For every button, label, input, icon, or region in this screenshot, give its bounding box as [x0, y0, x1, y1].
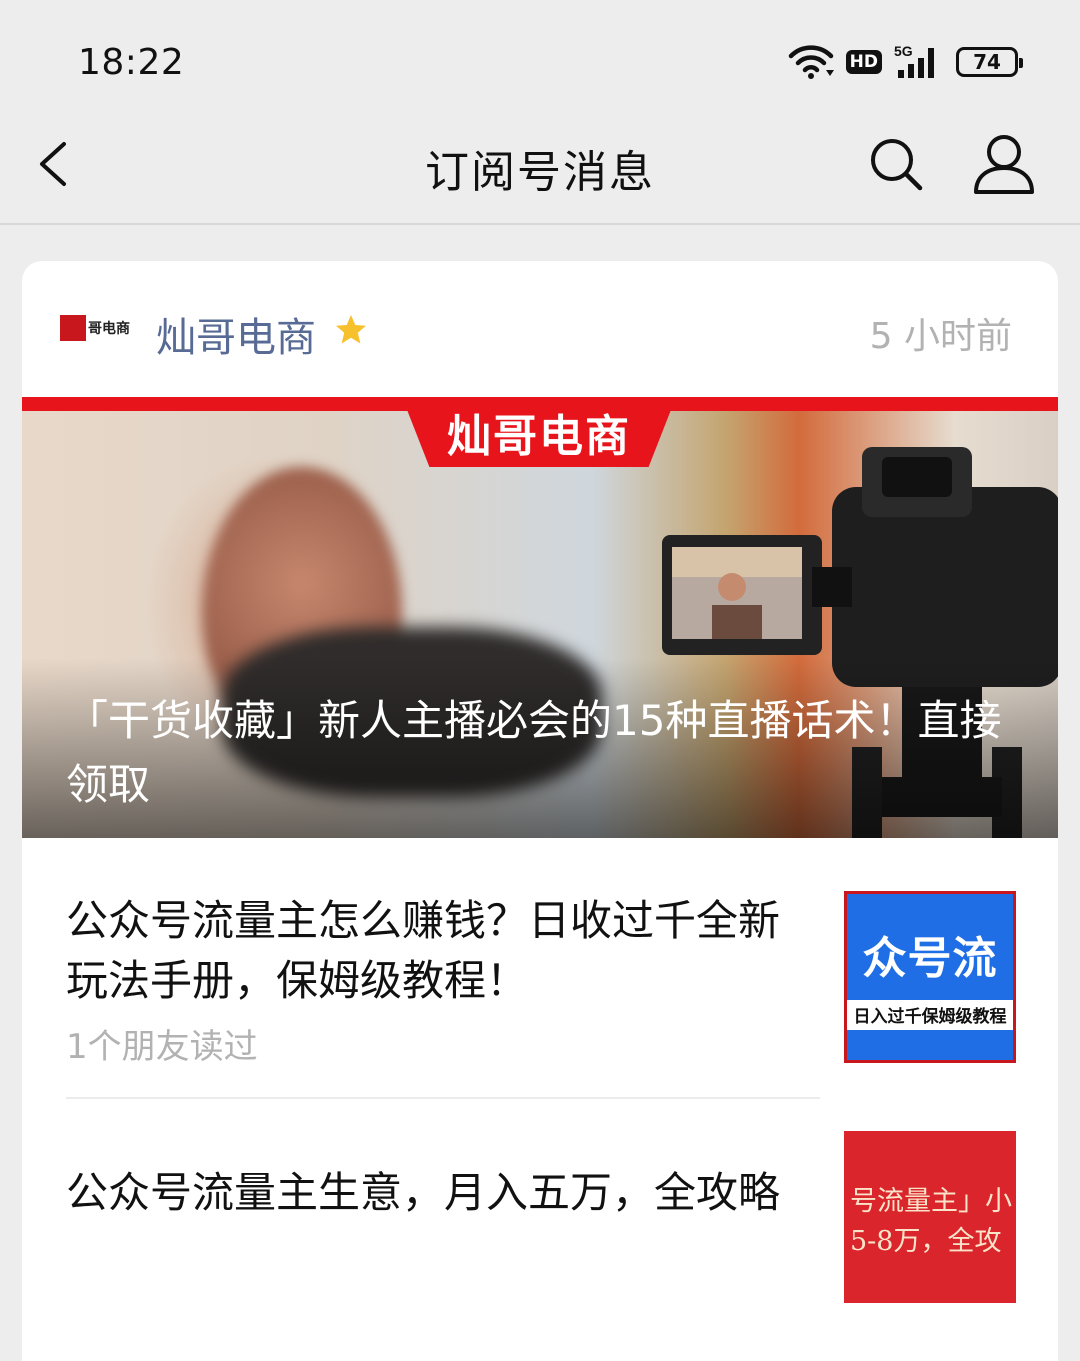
network-label: 5G	[894, 44, 913, 59]
thumbnail-title: 众号流	[862, 933, 998, 984]
signal-icon: 5G	[894, 44, 934, 78]
nav-bar: 订阅号消息	[0, 118, 1080, 225]
divider	[66, 1097, 820, 1099]
article-item[interactable]: 公众号流量主怎么赚钱？日收过千全新玩法手册，保姆级教程！ 1个朋友读过	[66, 891, 820, 1068]
article-thumbnail[interactable]: 众号流 日入过千保姆级教程	[844, 891, 1016, 1063]
post-time: 5 小时前	[869, 316, 1012, 357]
thumbnail-line-1: 号流量主」小	[850, 1186, 1012, 1217]
account-logo-mark	[60, 315, 86, 341]
hero-article[interactable]: 灿哥电商 「干货收藏」新人主播必会的15种直播话术！直接领取	[22, 397, 1058, 838]
status-icons: HD 5G 74	[788, 40, 1023, 84]
article-item[interactable]: 公众号流量主生意，月入五万，全攻略	[66, 1163, 820, 1223]
account-logo-text: 哥电商	[88, 321, 130, 337]
thumbnail-caption: 日入过千保姆级教程	[853, 1007, 1007, 1027]
hero-title[interactable]: 「干货收藏」新人主播必会的15种直播话术！直接领取	[66, 689, 1006, 817]
thumbnail-line-2: 5-8万，全攻	[850, 1226, 1002, 1257]
hero-brand-badge: 灿哥电商	[402, 397, 676, 467]
person-icon[interactable]	[968, 130, 1040, 198]
account-logo[interactable]: 哥电商	[60, 315, 132, 341]
message-card: 哥电商 灿哥电商 5 小时前 灿哥电商 「干货收藏」新人主播必会的15种直播话术…	[22, 261, 1058, 1361]
article-thumbnail[interactable]: 号流量主」小 5-8万，全攻	[844, 1131, 1016, 1303]
battery-icon: 74	[956, 47, 1023, 77]
account-name[interactable]: 灿哥电商	[156, 305, 316, 363]
wifi-icon	[788, 45, 834, 79]
status-time: 18:22	[78, 42, 185, 83]
hd-icon: HD	[845, 50, 882, 74]
star-icon	[336, 315, 366, 344]
article-title[interactable]: 公众号流量主生意，月入五万，全攻略	[66, 1163, 820, 1223]
status-bar: 18:22 HD 5G 74	[0, 0, 1080, 118]
article-title[interactable]: 公众号流量主怎么赚钱？日收过千全新玩法手册，保姆级教程！	[66, 891, 820, 1011]
search-icon[interactable]	[864, 132, 928, 196]
article-read-by: 1个朋友读过	[66, 1027, 258, 1067]
